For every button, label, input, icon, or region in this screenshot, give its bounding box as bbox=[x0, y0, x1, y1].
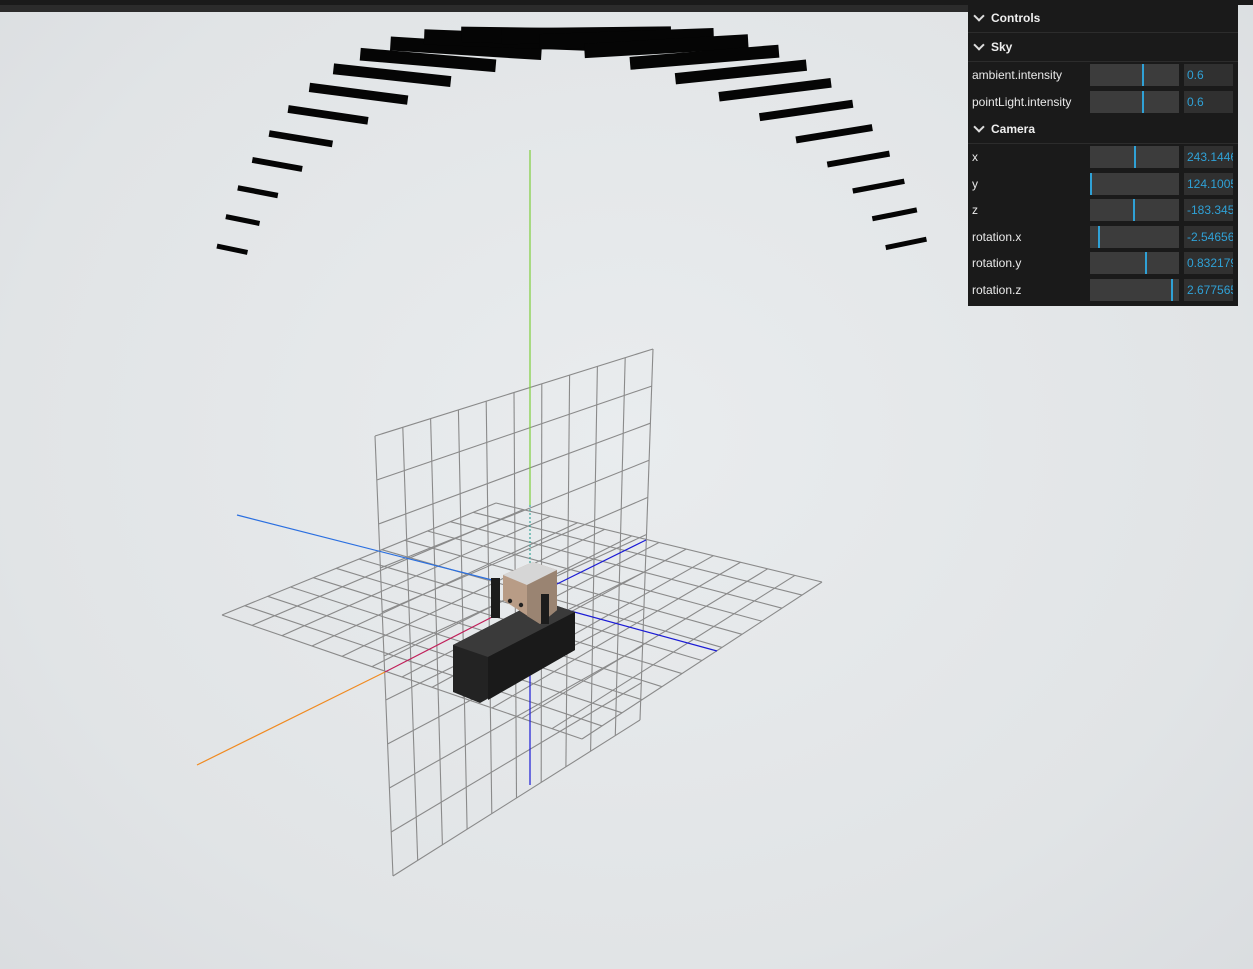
control-label: rotation.z bbox=[972, 282, 1022, 297]
section-header-camera[interactable]: Camera bbox=[968, 115, 1238, 144]
controls-title: Controls bbox=[991, 11, 1041, 25]
control-row: y 124.1005 bbox=[968, 171, 1238, 198]
axis-x-line bbox=[196, 671, 386, 766]
control-slider[interactable] bbox=[1090, 90, 1179, 113]
chevron-down-icon bbox=[973, 121, 985, 133]
chevron-down-icon bbox=[973, 39, 985, 51]
control-label: ambient.intensity bbox=[972, 68, 1063, 83]
sky-slab-face bbox=[216, 243, 248, 255]
control-value-input[interactable]: 124.1005 bbox=[1184, 172, 1233, 195]
control-slider[interactable] bbox=[1090, 278, 1179, 301]
control-row: rotation.y 0.832179 bbox=[968, 250, 1238, 277]
control-slider[interactable] bbox=[1090, 172, 1179, 195]
right-post bbox=[541, 594, 549, 624]
sky-slab bbox=[251, 157, 303, 172]
sky-slab bbox=[287, 105, 369, 125]
sky-slab-face bbox=[871, 207, 918, 222]
sky-slab bbox=[718, 78, 832, 102]
control-value-input[interactable]: 2.677565 bbox=[1184, 278, 1233, 301]
control-row: pointLight.intensity 0.6 bbox=[968, 89, 1238, 116]
control-label: pointLight.intensity bbox=[972, 94, 1072, 109]
control-slider[interactable] bbox=[1090, 64, 1179, 86]
slider-knob[interactable] bbox=[1097, 225, 1100, 248]
control-slider[interactable] bbox=[1090, 225, 1179, 248]
control-label: y bbox=[972, 176, 978, 191]
sky-slab bbox=[237, 185, 279, 199]
control-label: z bbox=[972, 203, 978, 218]
sky-slab-face bbox=[758, 99, 854, 122]
control-row: z -183.345 bbox=[968, 197, 1238, 224]
sky-slab bbox=[308, 82, 409, 105]
control-label: x bbox=[972, 150, 978, 165]
control-row: x 243.1446 bbox=[968, 144, 1238, 171]
sky-arc-bars bbox=[216, 26, 927, 255]
section-header-sky[interactable]: Sky bbox=[968, 33, 1238, 62]
slider-knob[interactable] bbox=[1142, 64, 1145, 86]
sky-slab-face bbox=[885, 236, 927, 251]
sky-slab bbox=[758, 99, 854, 122]
control-label: rotation.y bbox=[972, 256, 1022, 271]
sky-slab-face bbox=[268, 130, 334, 148]
control-row: ambient.intensity 0.6 bbox=[968, 62, 1238, 89]
slider-knob[interactable] bbox=[1132, 199, 1135, 221]
controls-panel: Controls Sky ambient.intensity 0.6 pointLig… bbox=[968, 4, 1238, 306]
sky-slab bbox=[332, 63, 452, 87]
sky-slab-face bbox=[332, 63, 452, 87]
section-title: Sky bbox=[991, 40, 1013, 54]
control-value-input[interactable]: -2.54656 bbox=[1184, 225, 1233, 248]
slider-knob[interactable] bbox=[1090, 172, 1092, 195]
camera-model bbox=[453, 562, 575, 703]
sky-slab bbox=[871, 207, 918, 222]
control-value-input[interactable]: 0.6 bbox=[1184, 64, 1233, 86]
eye-right bbox=[518, 602, 524, 608]
sky-slab-face bbox=[795, 124, 873, 144]
control-value-input[interactable]: 0.6 bbox=[1184, 90, 1233, 113]
sky-slab-face bbox=[237, 185, 279, 199]
sky-slab bbox=[216, 243, 248, 255]
sky-slab bbox=[225, 214, 261, 226]
sky-slab bbox=[885, 236, 927, 251]
control-value-input[interactable]: 243.1446 bbox=[1184, 146, 1233, 168]
sky-slab-face bbox=[826, 150, 891, 168]
left-post bbox=[491, 578, 500, 618]
section-title: Camera bbox=[991, 122, 1036, 136]
slider-knob[interactable] bbox=[1144, 252, 1147, 274]
control-row: rotation.x -2.54656 bbox=[968, 224, 1238, 251]
sky-slab bbox=[268, 130, 334, 148]
chevron-down-icon bbox=[973, 10, 985, 22]
control-value-input[interactable]: 0.832179 bbox=[1184, 252, 1233, 274]
sky-slab-face bbox=[718, 78, 832, 102]
control-row: rotation.z 2.677565 bbox=[968, 277, 1238, 304]
sky-slab-face bbox=[251, 157, 303, 172]
sky-slab bbox=[795, 124, 873, 144]
slider-knob[interactable] bbox=[1142, 90, 1145, 113]
sky-slab-face bbox=[852, 178, 905, 194]
sky-slab-face bbox=[225, 214, 261, 226]
control-label: rotation.x bbox=[972, 229, 1022, 244]
sky-slab-face bbox=[287, 105, 369, 125]
slider-knob[interactable] bbox=[1133, 146, 1136, 168]
control-slider[interactable] bbox=[1090, 146, 1179, 168]
controls-header[interactable]: Controls bbox=[968, 4, 1238, 33]
control-slider[interactable] bbox=[1090, 252, 1179, 274]
control-slider[interactable] bbox=[1090, 199, 1179, 221]
sky-slab bbox=[852, 178, 905, 194]
sky-slab-face bbox=[308, 82, 409, 105]
slider-knob[interactable] bbox=[1170, 278, 1173, 301]
sky-slab bbox=[826, 150, 891, 168]
control-value-input[interactable]: -183.345 bbox=[1184, 199, 1233, 221]
eye-left bbox=[507, 598, 513, 604]
